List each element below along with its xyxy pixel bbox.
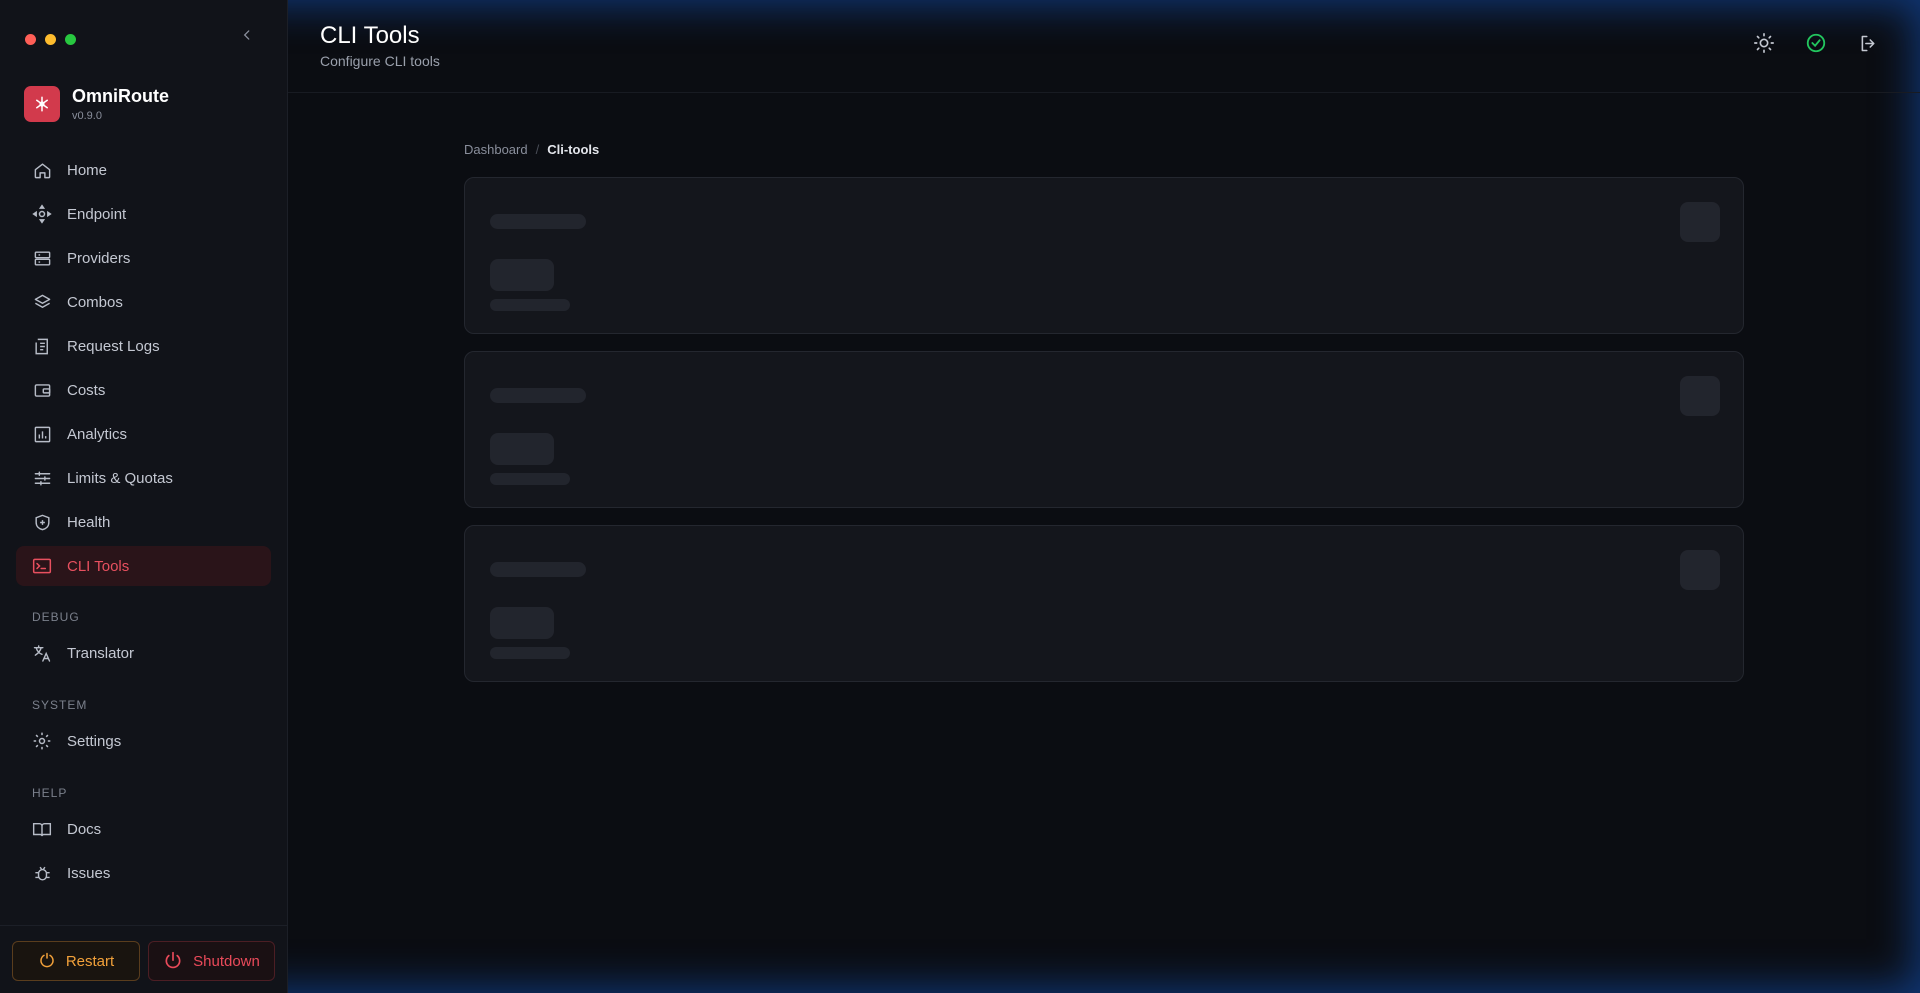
power-icon <box>163 951 183 971</box>
home-icon <box>32 160 52 180</box>
breadcrumb-dashboard[interactable]: Dashboard <box>464 142 528 157</box>
gear-icon <box>32 731 52 751</box>
sidebar-item-label: Issues <box>67 864 111 882</box>
sidebar-item-analytics[interactable]: Analytics <box>16 414 271 454</box>
logout-button[interactable] <box>1855 30 1881 56</box>
shutdown-button[interactable]: Shutdown <box>148 941 275 981</box>
server-icon <box>32 248 52 268</box>
skeleton-action <box>1680 376 1720 416</box>
sidebar-item-combos[interactable]: Combos <box>16 282 271 322</box>
tool-card-skeleton <box>464 351 1744 508</box>
sidebar-item-request-logs[interactable]: Request Logs <box>16 326 271 366</box>
page-subtitle: Configure CLI tools <box>320 53 440 69</box>
shield-icon <box>32 512 52 532</box>
layers-icon <box>32 292 52 312</box>
window-controls <box>25 34 76 45</box>
skeleton-title <box>490 388 586 403</box>
shutdown-label: Shutdown <box>193 952 260 970</box>
breadcrumb: Dashboard / Cli-tools <box>464 142 599 157</box>
breadcrumb-current: Cli-tools <box>547 142 600 157</box>
sidebar-item-health[interactable]: Health <box>16 502 271 542</box>
skeleton-action <box>1680 550 1720 590</box>
app-name: OmniRoute <box>72 86 169 106</box>
sidebar-item-label: Request Logs <box>67 337 160 355</box>
brand[interactable]: OmniRoute v0.9.0 <box>24 86 169 122</box>
section-label-debug: DEBUG <box>32 610 80 624</box>
skeleton-line <box>490 473 570 485</box>
sidebar-item-costs[interactable]: Costs <box>16 370 271 410</box>
sliders-icon <box>32 468 52 488</box>
sun-icon <box>1754 33 1774 53</box>
logo-icon <box>24 86 60 122</box>
status-indicator[interactable] <box>1803 30 1829 56</box>
app-version: v0.9.0 <box>72 110 102 122</box>
sidebar-item-limits-quotas[interactable]: Limits & Quotas <box>16 458 271 498</box>
sidebar-item-issues[interactable]: Issues <box>16 853 271 893</box>
sidebar-footer: Restart Shutdown <box>0 925 288 993</box>
sidebar-item-label: Settings <box>67 732 122 750</box>
sidebar-item-label: Analytics <box>67 425 128 443</box>
top-header: CLI Tools Configure CLI tools <box>288 0 1920 93</box>
skeleton-line <box>490 647 570 659</box>
receipt-icon <box>32 336 52 356</box>
debug-nav: Translator <box>16 633 271 677</box>
logout-icon <box>1861 35 1875 51</box>
skeleton-badge <box>490 259 554 291</box>
sidebar-item-docs[interactable]: Docs <box>16 809 271 849</box>
section-label-system: SYSTEM <box>32 698 88 712</box>
sidebar-item-label: Home <box>67 161 108 179</box>
bug-icon <box>32 863 52 883</box>
sidebar-item-label: Translator <box>67 644 134 662</box>
sidebar-item-home[interactable]: Home <box>16 150 271 190</box>
chevron-left-icon <box>243 30 250 40</box>
sidebar-item-cli-tools[interactable]: CLI Tools <box>16 546 271 586</box>
translate-icon <box>32 643 52 663</box>
sidebar-item-label: CLI Tools <box>67 557 130 575</box>
skeleton-line <box>490 299 570 311</box>
sidebar-item-label: Endpoint <box>67 205 127 223</box>
bar-chart-icon <box>32 424 52 444</box>
skeleton-badge <box>490 433 554 465</box>
page-title: CLI Tools <box>320 22 420 49</box>
endpoint-icon <box>32 204 52 224</box>
sidebar-item-label: Costs <box>67 381 106 399</box>
sidebar-item-translator[interactable]: Translator <box>16 633 271 673</box>
close-window-button[interactable] <box>25 34 36 45</box>
skeleton-badge <box>490 607 554 639</box>
book-icon <box>32 819 52 839</box>
breadcrumb-separator: / <box>535 142 540 157</box>
sidebar: OmniRoute v0.9.0 Home Endpoint Providers… <box>0 0 288 993</box>
sidebar-item-label: Providers <box>67 249 131 267</box>
minimize-window-button[interactable] <box>45 34 56 45</box>
section-label-help: HELP <box>32 786 68 800</box>
system-nav: Settings <box>16 721 271 765</box>
tool-card-skeleton <box>464 525 1744 682</box>
collapse-sidebar-button[interactable] <box>236 24 258 46</box>
help-nav: Docs Issues <box>16 809 271 897</box>
theme-toggle-button[interactable] <box>1751 30 1777 56</box>
sidebar-item-label: Limits & Quotas <box>67 469 173 487</box>
sidebar-item-settings[interactable]: Settings <box>16 721 271 761</box>
sidebar-item-label: Health <box>67 513 111 531</box>
tool-card-skeleton <box>464 177 1744 334</box>
restart-button[interactable]: Restart <box>12 941 140 981</box>
wallet-icon <box>32 380 52 400</box>
check-circle-icon <box>1806 33 1826 53</box>
terminal-icon <box>32 556 52 576</box>
sidebar-item-label: Combos <box>67 293 123 311</box>
skeleton-action <box>1680 202 1720 242</box>
app-window: OmniRoute v0.9.0 Home Endpoint Providers… <box>0 0 1920 993</box>
sidebar-item-endpoint[interactable]: Endpoint <box>16 194 271 234</box>
sidebar-item-providers[interactable]: Providers <box>16 238 271 278</box>
skeleton-title <box>490 214 586 229</box>
main-nav: Home Endpoint Providers Combos Request L… <box>16 150 271 590</box>
restart-icon <box>38 952 56 970</box>
restart-label: Restart <box>65 952 115 970</box>
zoom-window-button[interactable] <box>65 34 76 45</box>
skeleton-title <box>490 562 586 577</box>
sidebar-item-label: Docs <box>67 820 102 838</box>
